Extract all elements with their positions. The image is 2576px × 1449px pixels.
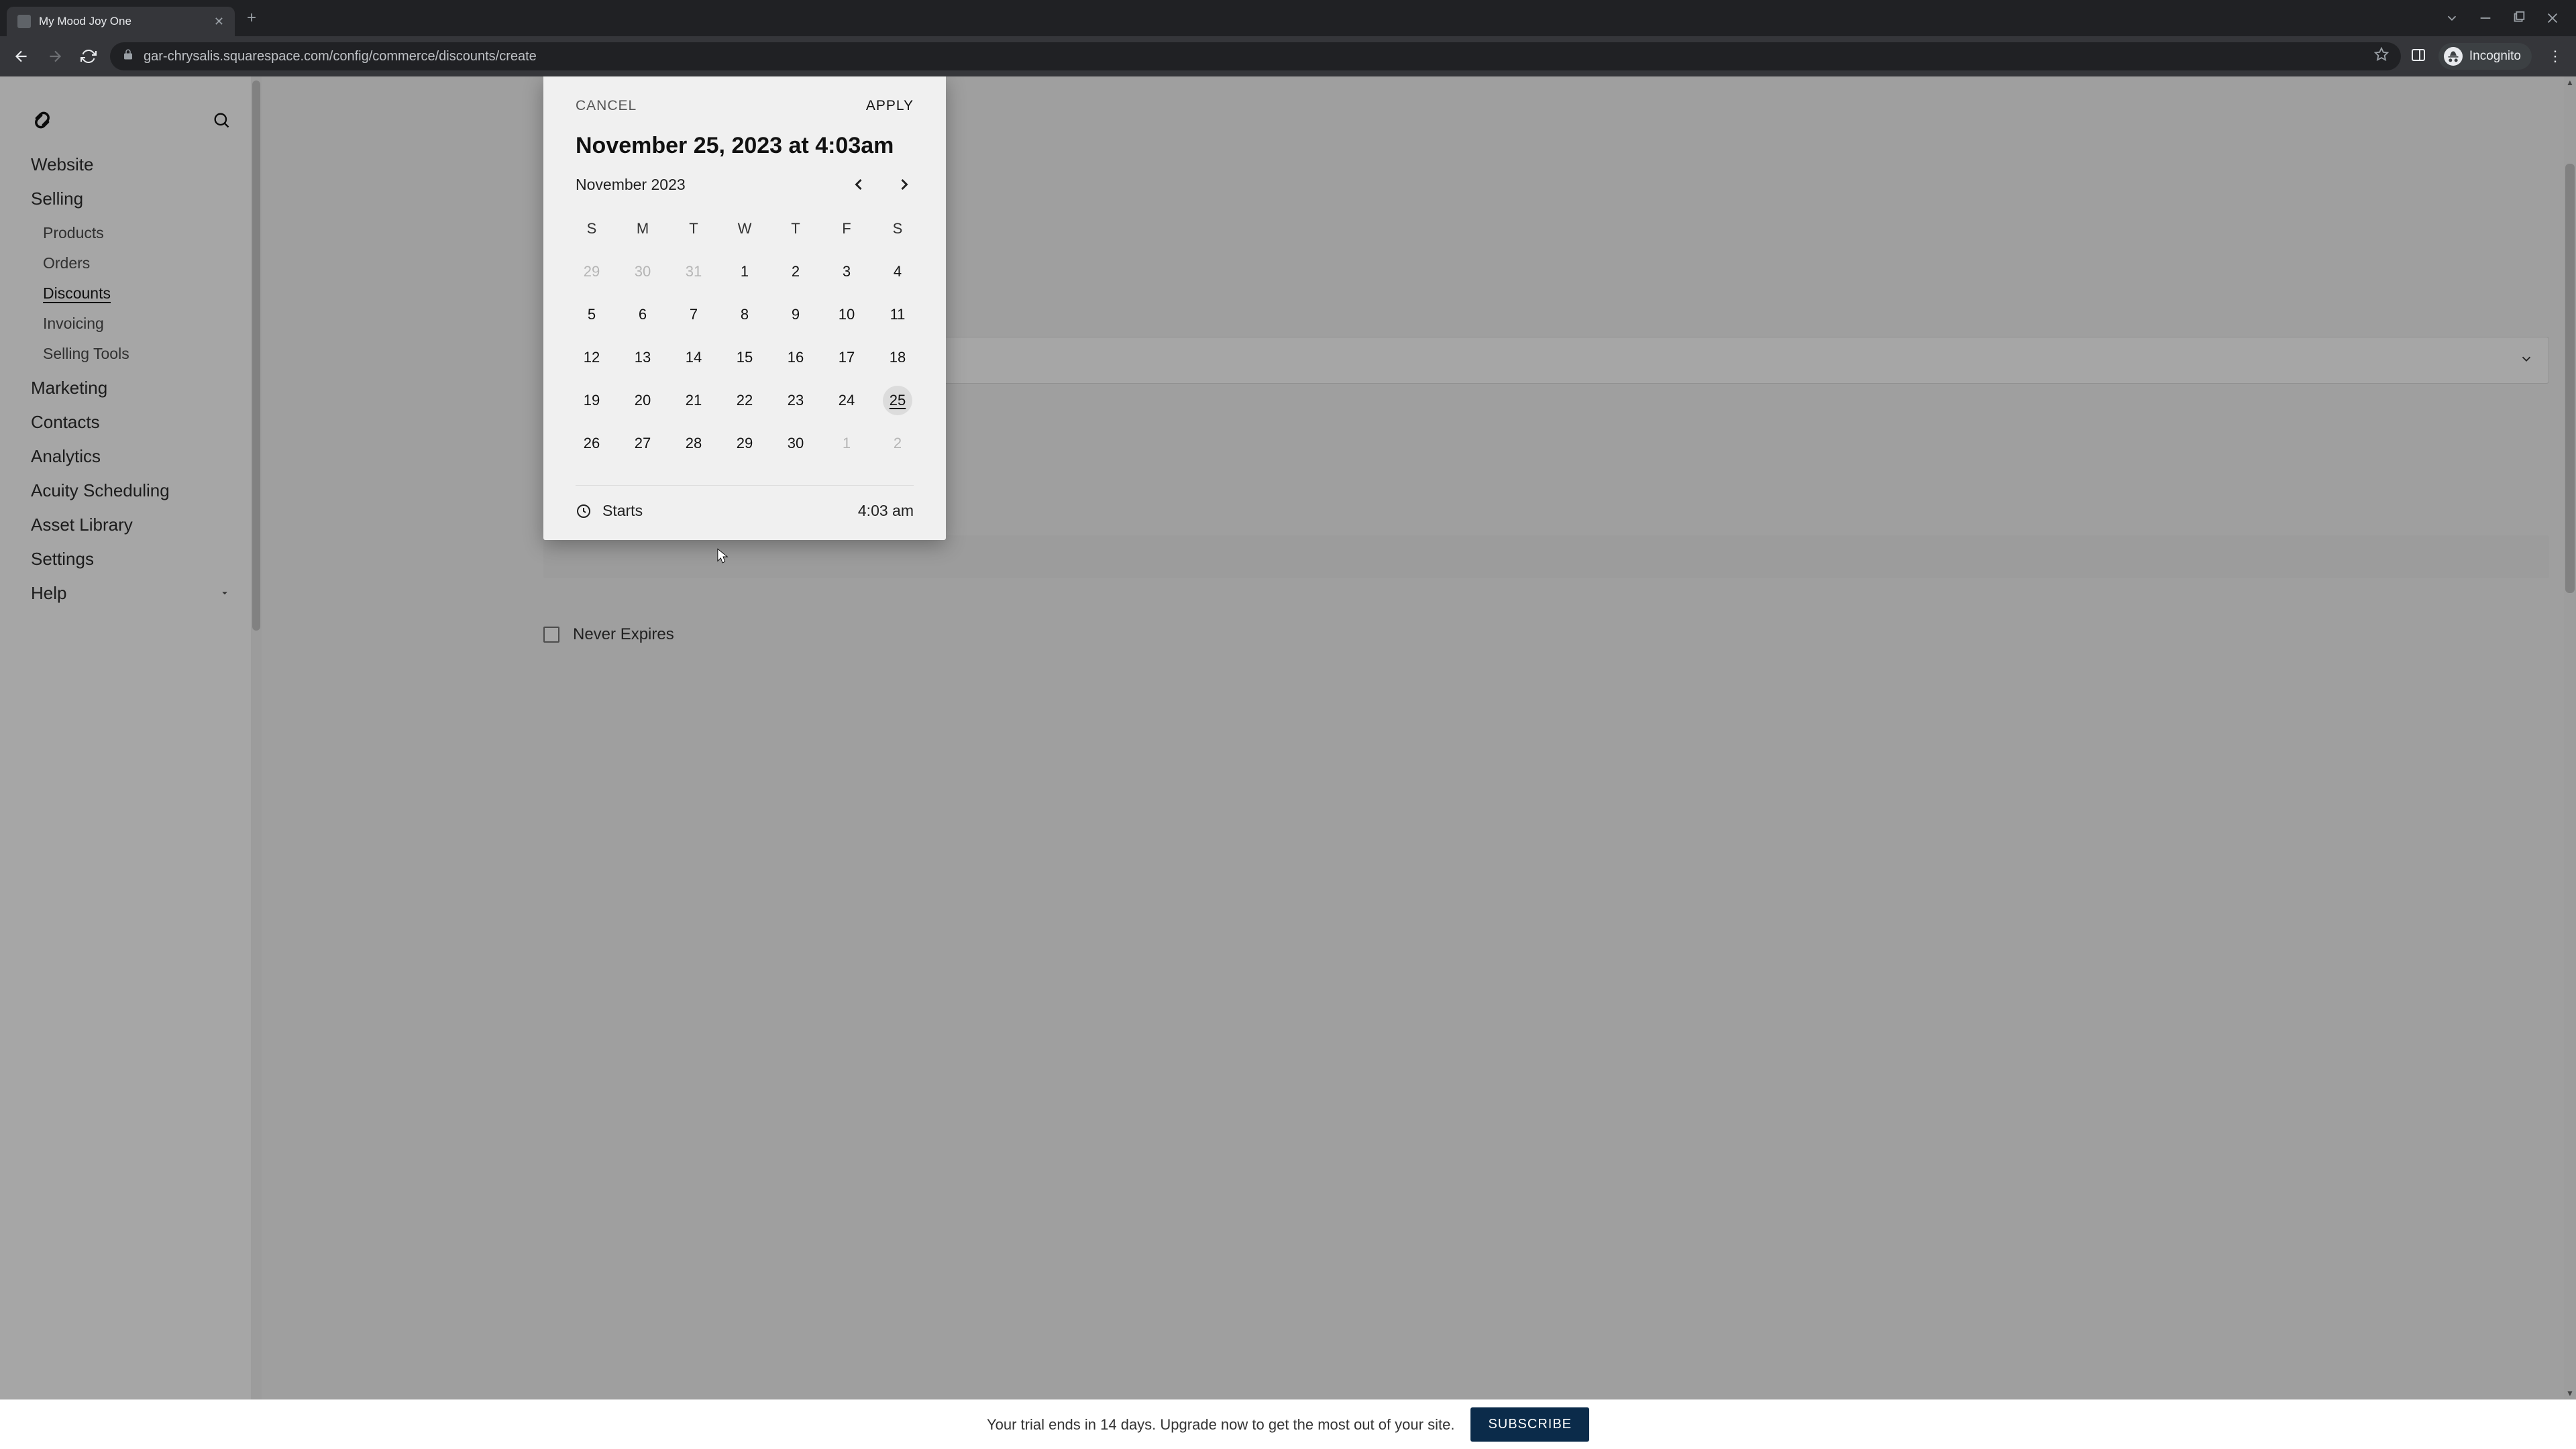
- window-close-button[interactable]: [2545, 11, 2560, 25]
- calendar-day-cell[interactable]: 22: [719, 379, 770, 422]
- calendar-day-cell[interactable]: 5: [566, 293, 617, 336]
- mouse-cursor-icon: [717, 548, 729, 566]
- calendar-day-cell[interactable]: 1: [719, 250, 770, 293]
- tab-favicon: [17, 15, 31, 28]
- calendar-dow-cell: S: [872, 207, 923, 250]
- clock-icon: [576, 503, 592, 519]
- calendar-week-row: 12131415161718: [566, 336, 923, 379]
- cancel-button[interactable]: CANCEL: [576, 98, 637, 114]
- incognito-badge[interactable]: Incognito: [2438, 43, 2532, 70]
- window-maximize-button[interactable]: [2512, 11, 2526, 25]
- calendar-day-cell[interactable]: 26: [566, 422, 617, 465]
- starts-time[interactable]: 4:03 am: [858, 502, 914, 520]
- calendar-day-cell[interactable]: 30: [617, 250, 668, 293]
- calendar-day-cell[interactable]: 19: [566, 379, 617, 422]
- calendar-week-row: 19202122232425: [566, 379, 923, 422]
- new-tab-button[interactable]: +: [235, 9, 268, 28]
- calendar-day-cell[interactable]: 23: [770, 379, 821, 422]
- url-bar[interactable]: gar-chrysalis.squarespace.com/config/com…: [110, 42, 2401, 70]
- bookmark-star-icon[interactable]: [2374, 47, 2389, 66]
- back-button[interactable]: [9, 44, 34, 68]
- subscribe-button[interactable]: SUBSCRIBE: [1470, 1407, 1589, 1442]
- modal-backdrop[interactable]: [0, 76, 2576, 1449]
- trial-text: Your trial ends in 14 days. Upgrade now …: [987, 1416, 1454, 1434]
- calendar-day-cell[interactable]: 30: [770, 422, 821, 465]
- calendar-day-cell[interactable]: 7: [668, 293, 719, 336]
- calendar-dow-cell: M: [617, 207, 668, 250]
- calendar-week-row: 567891011: [566, 293, 923, 336]
- calendar-dow-cell: S: [566, 207, 617, 250]
- calendar-day-cell[interactable]: 14: [668, 336, 719, 379]
- calendar-dow-cell: T: [770, 207, 821, 250]
- tab-search-icon[interactable]: [2445, 11, 2459, 25]
- trial-bar: Your trial ends in 14 days. Upgrade now …: [0, 1399, 2576, 1449]
- lock-icon: [122, 48, 134, 64]
- calendar-dow-cell: F: [821, 207, 872, 250]
- calendar-day-cell[interactable]: 31: [668, 250, 719, 293]
- calendar-day-cell[interactable]: 13: [617, 336, 668, 379]
- incognito-label: Incognito: [2469, 49, 2521, 64]
- url-text: gar-chrysalis.squarespace.com/config/com…: [144, 49, 2365, 64]
- calendar-day-cell[interactable]: 16: [770, 336, 821, 379]
- calendar-day-cell[interactable]: 8: [719, 293, 770, 336]
- side-panel-icon[interactable]: [2410, 47, 2426, 66]
- calendar-day-cell[interactable]: 29: [566, 250, 617, 293]
- next-month-button[interactable]: [895, 175, 914, 194]
- tab-title: My Mood Joy One: [39, 15, 206, 28]
- calendar-day-cell[interactable]: 15: [719, 336, 770, 379]
- tab-bar: My Mood Joy One ✕ +: [0, 0, 2576, 36]
- forward-button[interactable]: [43, 44, 67, 68]
- calendar-day-cell[interactable]: 10: [821, 293, 872, 336]
- reload-button[interactable]: [76, 44, 101, 68]
- calendar-day-cell[interactable]: 20: [617, 379, 668, 422]
- tab-close-icon[interactable]: ✕: [214, 15, 224, 29]
- calendar-dow-cell: T: [668, 207, 719, 250]
- calendar-day-cell[interactable]: 9: [770, 293, 821, 336]
- page-viewport: Website Selling Products Orders Discount…: [0, 76, 2576, 1449]
- calendar-week-row: 262728293012: [566, 422, 923, 465]
- calendar-day-cell[interactable]: 25: [872, 379, 923, 422]
- address-bar-row: gar-chrysalis.squarespace.com/config/com…: [0, 36, 2576, 76]
- calendar-day-cell[interactable]: 11: [872, 293, 923, 336]
- calendar-day-cell[interactable]: 21: [668, 379, 719, 422]
- calendar-day-cell[interactable]: 2: [872, 422, 923, 465]
- calendar-dow-cell: W: [719, 207, 770, 250]
- date-picker-headline: November 25, 2023 at 4:03am: [543, 121, 946, 171]
- calendar-day-cell[interactable]: 6: [617, 293, 668, 336]
- calendar-body: 2930311234567891011121314151617181920212…: [566, 250, 923, 465]
- calendar-day-cell[interactable]: 18: [872, 336, 923, 379]
- starts-label: Starts: [602, 502, 643, 520]
- calendar-day-cell[interactable]: 3: [821, 250, 872, 293]
- incognito-icon: [2444, 47, 2463, 66]
- calendar-header-row: SMTWTFS: [566, 207, 923, 250]
- prev-month-button[interactable]: [849, 175, 868, 194]
- date-picker-modal: CANCEL APPLY November 25, 2023 at 4:03am…: [543, 76, 946, 540]
- browser-tab[interactable]: My Mood Joy One ✕: [7, 7, 235, 36]
- window-minimize-button[interactable]: [2478, 11, 2493, 25]
- apply-button[interactable]: APPLY: [866, 98, 914, 114]
- calendar-week-row: 2930311234: [566, 250, 923, 293]
- calendar-day-cell[interactable]: 12: [566, 336, 617, 379]
- calendar-day-cell[interactable]: 29: [719, 422, 770, 465]
- calendar-day-cell[interactable]: 4: [872, 250, 923, 293]
- calendar-day-cell[interactable]: 1: [821, 422, 872, 465]
- calendar-day-cell[interactable]: 24: [821, 379, 872, 422]
- browser-menu-button[interactable]: ⋮: [2544, 48, 2567, 65]
- calendar-day-cell[interactable]: 17: [821, 336, 872, 379]
- calendar-day-cell[interactable]: 2: [770, 250, 821, 293]
- calendar-day-cell[interactable]: 27: [617, 422, 668, 465]
- month-label: November 2023: [576, 176, 686, 194]
- calendar-day-cell[interactable]: 28: [668, 422, 719, 465]
